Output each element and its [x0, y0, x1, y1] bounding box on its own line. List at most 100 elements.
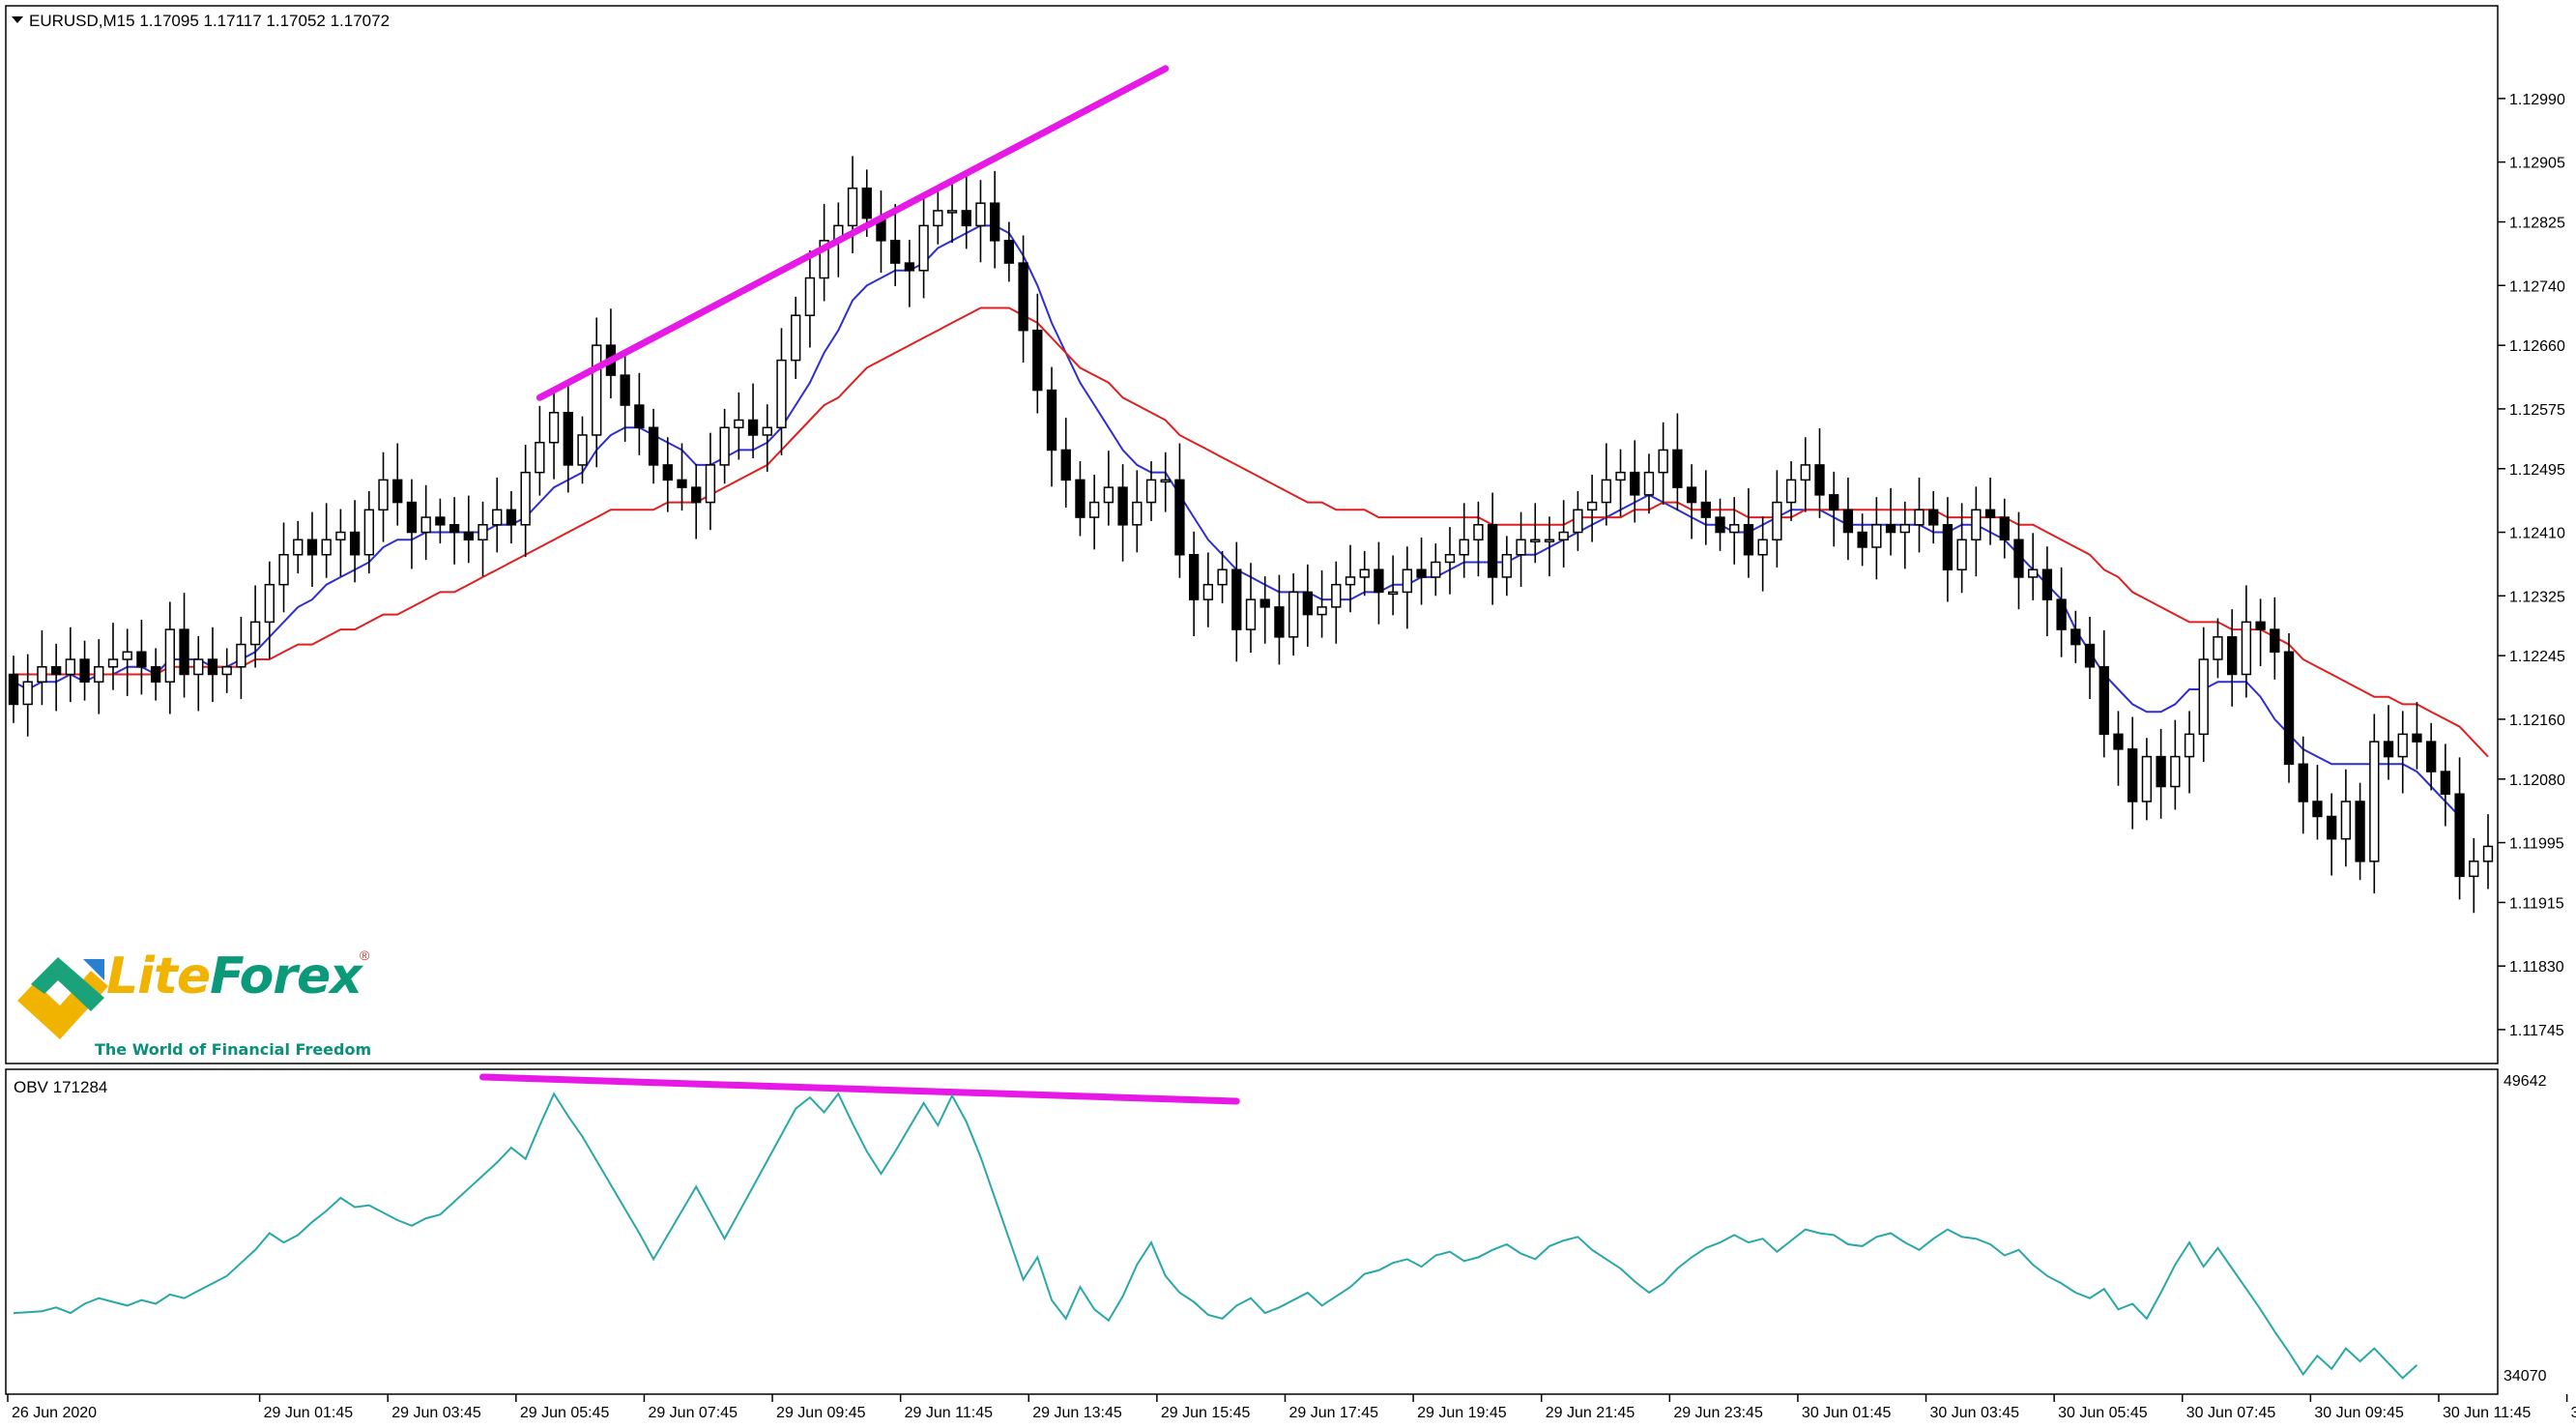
- candle-body: [2056, 598, 2067, 630]
- candle-body: [2041, 568, 2053, 600]
- x-tick-label: 29 Jun 11:45: [905, 1405, 993, 1421]
- x-tick-label: 30 Jun 07:45: [2186, 1405, 2276, 1421]
- candle-body: [1132, 501, 1143, 526]
- candle-body: [1217, 568, 1228, 586]
- candle-body: [264, 583, 275, 624]
- candle-body: [2270, 628, 2280, 654]
- candle-body: [1302, 591, 1314, 616]
- candle-body: [2298, 763, 2308, 802]
- candle-body: [492, 509, 503, 526]
- candle-body: [1842, 509, 1854, 534]
- candle-body: [933, 210, 943, 227]
- candle-body: [378, 479, 389, 511]
- x-tick-label: 30 Jun 13:45: [2571, 1405, 2576, 1421]
- candle-body: [1643, 471, 1655, 496]
- candle-body: [2326, 815, 2337, 840]
- candle-body: [335, 531, 346, 541]
- x-tick-label: 29 Jun 19:45: [1417, 1405, 1507, 1421]
- x-tick-label: 30 Jun 05:45: [2058, 1405, 2148, 1421]
- candle-body: [1672, 449, 1683, 488]
- x-tick-label: 29 Jun 21:45: [1546, 1405, 1635, 1421]
- candle-body: [762, 426, 772, 436]
- candle-body: [1558, 531, 1569, 541]
- candle-body: [634, 404, 645, 428]
- candle-body: [150, 666, 161, 683]
- x-tick-label: 30 Jun 11:45: [2443, 1405, 2531, 1421]
- candle-body: [2098, 666, 2109, 736]
- x-tick-label: 29 Jun 09:45: [776, 1405, 866, 1421]
- candle-body: [776, 359, 787, 428]
- y-tick-label: 1.11830: [2509, 959, 2564, 976]
- logo-registered: ®: [360, 947, 370, 963]
- candle-body: [1715, 516, 1725, 534]
- candle-body: [1174, 479, 1185, 556]
- candle-body: [847, 187, 858, 227]
- candle-body: [1473, 524, 1484, 541]
- obv-panel-frame: [5, 1068, 2499, 1395]
- candle-body: [179, 628, 189, 676]
- y-tick-label: 1.12740: [2509, 278, 2565, 295]
- candle-body: [94, 666, 104, 683]
- x-tick-label: 29 Jun 17:45: [1288, 1405, 1378, 1421]
- candle-body: [705, 464, 716, 504]
- candle-body: [306, 539, 318, 556]
- candle-body: [1317, 606, 1327, 616]
- candle-body: [1088, 501, 1100, 518]
- candle-body: [1999, 516, 2010, 541]
- candle-body: [293, 539, 304, 556]
- candle-body: [1814, 464, 1825, 496]
- candle-body: [1117, 486, 1128, 526]
- candle-body: [22, 681, 33, 706]
- candle-body: [2355, 801, 2365, 862]
- candle-body: [861, 187, 872, 219]
- candle-body: [463, 531, 474, 541]
- candle-body: [1003, 240, 1015, 264]
- y-tick-label: 1.12080: [2509, 772, 2565, 789]
- candle-body: [136, 651, 147, 668]
- candle-body: [2084, 643, 2096, 668]
- candle-body: [563, 412, 573, 466]
- candle-body: [449, 524, 460, 534]
- y-tick-label: 1.12905: [2509, 156, 2565, 172]
- candle-body: [1032, 329, 1043, 392]
- candle-body: [1501, 553, 1512, 578]
- candle-body: [719, 426, 730, 466]
- y-tick-label: 1.12410: [2509, 526, 2565, 542]
- candle-body: [1984, 509, 1996, 518]
- candle-body: [747, 419, 759, 436]
- x-tick-label: 29 Jun 23:45: [1673, 1405, 1763, 1421]
- x-tick-label: 30 Jun 09:45: [2314, 1405, 2404, 1421]
- candle-body: [1800, 464, 1810, 481]
- candle-body: [349, 531, 361, 556]
- candle-body: [2156, 755, 2166, 788]
- logo-mark-icon: [17, 957, 108, 1039]
- candle-body: [1231, 568, 1242, 630]
- candle-body: [2127, 748, 2138, 802]
- candle-body: [1444, 553, 1456, 564]
- candle-body: [1772, 501, 1782, 541]
- candle-body: [2283, 651, 2295, 766]
- candle-body: [1928, 509, 1939, 526]
- candle-body: [1245, 598, 1257, 630]
- candle-body: [1829, 494, 1839, 511]
- candle-body: [1615, 471, 1626, 481]
- candle-body: [620, 374, 630, 406]
- candle-body: [207, 658, 218, 676]
- candle-body: [1686, 486, 1697, 504]
- candle-body: [1857, 531, 1867, 548]
- candle-body: [406, 501, 418, 534]
- y-tick-label: 1.12990: [2509, 92, 2565, 108]
- candle-body: [804, 277, 816, 316]
- candle-body: [961, 210, 971, 227]
- candle-body: [1785, 479, 1797, 504]
- candle-body: [1288, 591, 1299, 638]
- candle-body: [2141, 755, 2153, 802]
- candle-body: [1018, 262, 1028, 332]
- candle-body: [435, 516, 446, 526]
- candle-body: [2113, 733, 2124, 750]
- y-tick-label: 1.12245: [2509, 649, 2565, 665]
- y-tick-label: 1.12160: [2509, 713, 2565, 729]
- candle-body: [734, 419, 744, 428]
- candle-body: [535, 441, 545, 474]
- candle-body: [2241, 621, 2252, 676]
